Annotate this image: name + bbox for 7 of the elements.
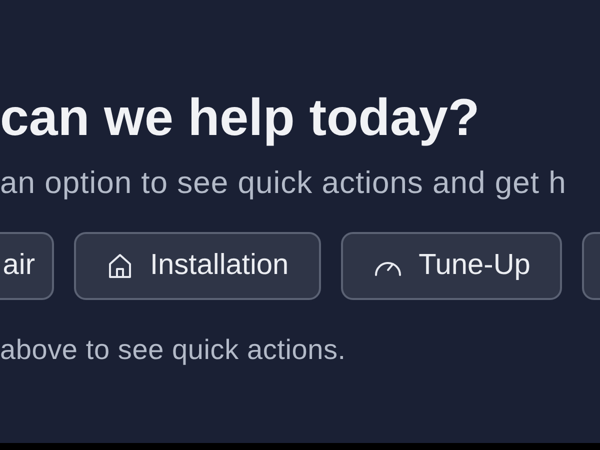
- option-button[interactable]: air: [0, 232, 54, 300]
- heading: can we help today?: [0, 88, 480, 148]
- hint-text: above to see quick actions.: [0, 333, 346, 367]
- subtitle: an option to see quick actions and get h: [0, 165, 566, 201]
- option-button[interactable]: Installation: [74, 232, 321, 300]
- option-button[interactable]: Tune-Up: [340, 232, 562, 300]
- house-icon: [107, 252, 133, 280]
